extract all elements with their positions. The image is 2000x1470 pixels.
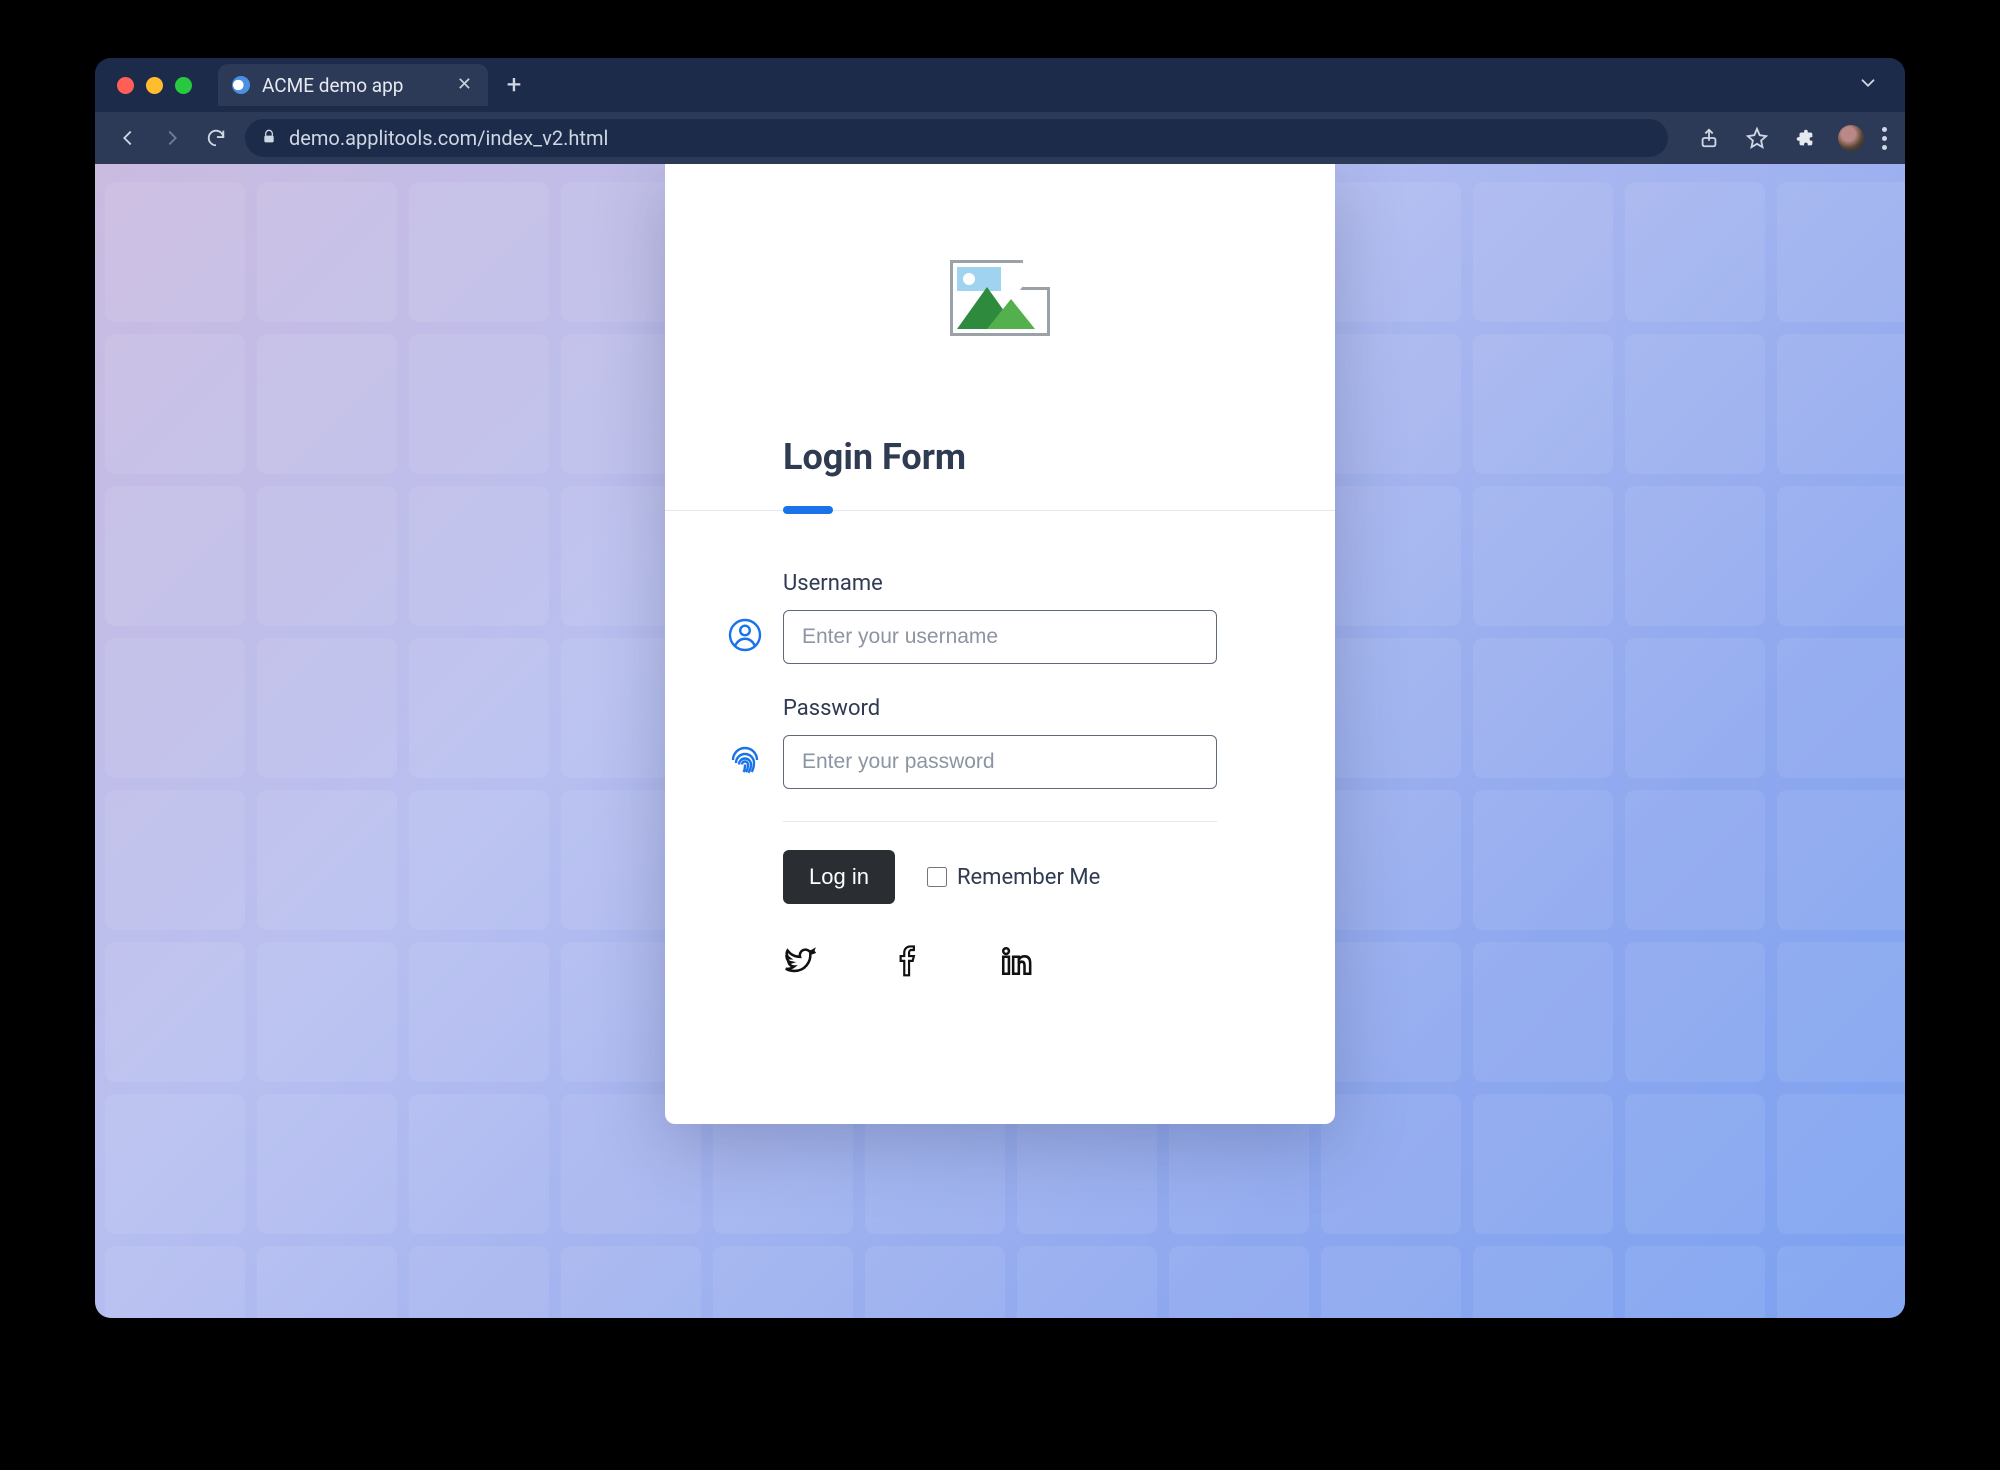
tab-favicon-icon (232, 76, 250, 94)
bookmark-button[interactable] (1742, 123, 1772, 153)
form-title: Login Form (783, 436, 1217, 478)
profile-avatar[interactable] (1838, 125, 1864, 151)
browser-menu-button[interactable] (1882, 127, 1887, 150)
password-input[interactable] (783, 735, 1217, 789)
new-tab-button[interactable]: + (494, 65, 534, 105)
browser-toolbar: demo.applitools.com/index_v2.html (95, 112, 1905, 164)
title-underline (665, 510, 1335, 511)
password-field: Password (783, 696, 1217, 789)
username-label: Username (783, 571, 1217, 596)
remember-label: Remember Me (957, 865, 1100, 890)
social-row (783, 944, 1217, 978)
address-url: demo.applitools.com/index_v2.html (289, 126, 1652, 150)
share-button[interactable] (1694, 123, 1724, 153)
window-minimize-button[interactable] (146, 77, 163, 94)
window-close-button[interactable] (117, 77, 134, 94)
nav-reload-button[interactable] (201, 123, 231, 153)
form-divider (783, 821, 1217, 822)
logo-area (665, 260, 1335, 336)
remember-checkbox[interactable] (927, 867, 947, 887)
remember-me[interactable]: Remember Me (927, 865, 1100, 890)
password-label: Password (783, 696, 1217, 721)
twitter-icon[interactable] (783, 944, 817, 978)
window-maximize-button[interactable] (175, 77, 192, 94)
fingerprint-icon (727, 742, 765, 782)
username-input[interactable] (783, 610, 1217, 664)
tabs-overflow-button[interactable] (1857, 72, 1879, 98)
address-bar[interactable]: demo.applitools.com/index_v2.html (245, 119, 1668, 157)
window-controls (117, 77, 192, 94)
browser-window: ACME demo app ✕ + demo.applitools.com/in… (95, 58, 1905, 1318)
nav-back-button[interactable] (113, 123, 143, 153)
linkedin-icon[interactable] (999, 944, 1033, 978)
username-field: Username (783, 571, 1217, 664)
page-viewport: Login Form Username Password (95, 164, 1905, 1318)
facebook-icon[interactable] (891, 944, 925, 978)
login-card: Login Form Username Password (665, 164, 1335, 1124)
browser-tab[interactable]: ACME demo app ✕ (218, 64, 488, 106)
lock-icon (261, 126, 277, 150)
tab-close-button[interactable]: ✕ (457, 76, 472, 94)
tab-strip: ACME demo app ✕ + (95, 58, 1905, 112)
broken-image-icon (950, 260, 1050, 336)
tab-title: ACME demo app (262, 74, 445, 97)
action-row: Log in Remember Me (783, 850, 1217, 904)
extensions-button[interactable] (1790, 123, 1820, 153)
login-button[interactable]: Log in (783, 850, 895, 904)
user-icon (727, 617, 765, 657)
nav-forward-button[interactable] (157, 123, 187, 153)
